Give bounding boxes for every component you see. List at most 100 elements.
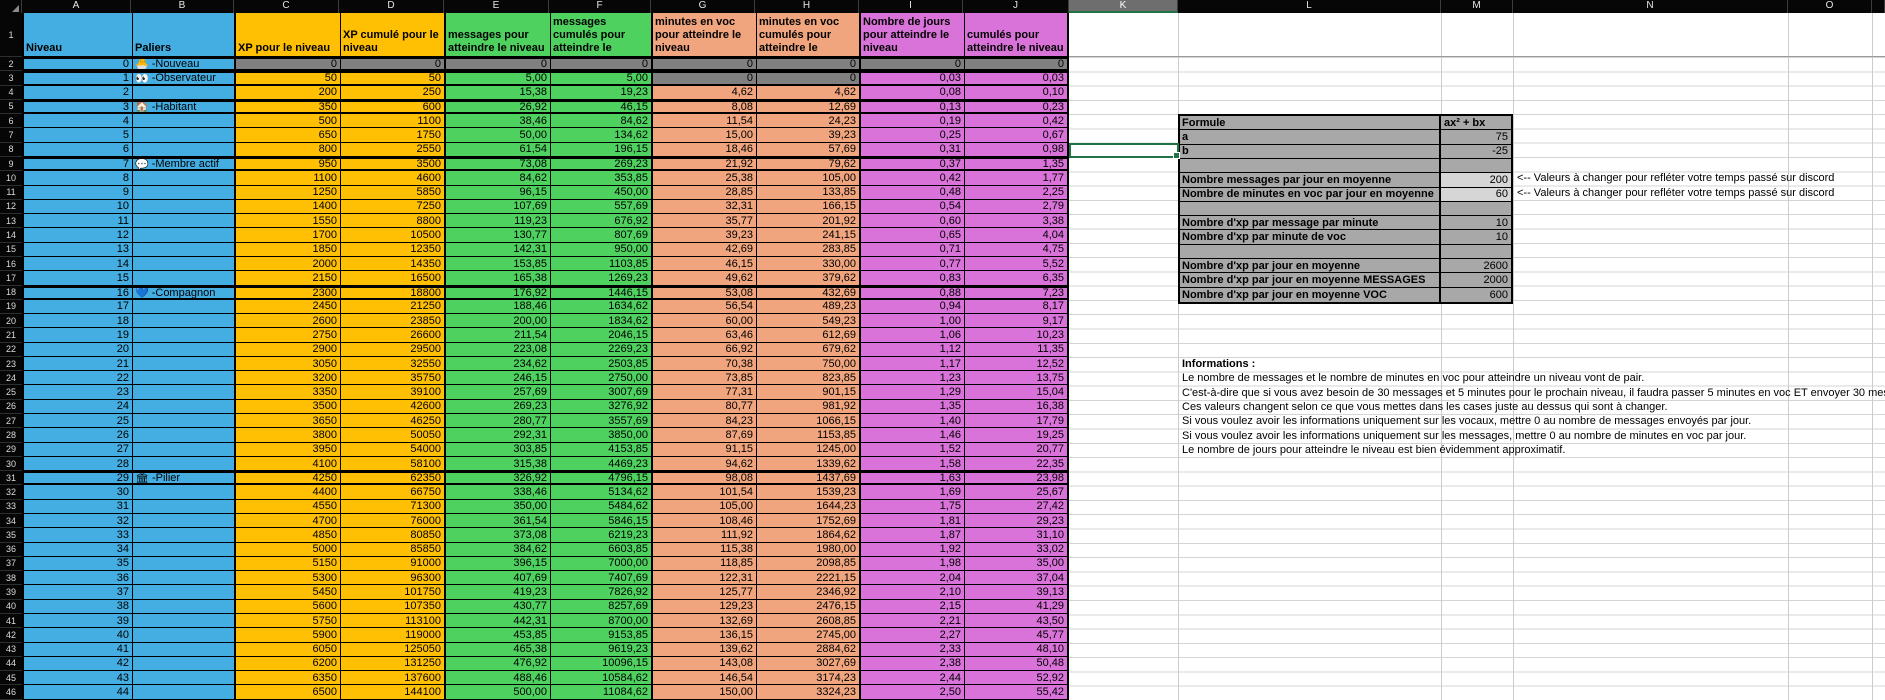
- formula-label-11[interactable]: Nombre d'xp par jour en moyenne MESSAGES: [1180, 273, 1441, 287]
- cell-J36[interactable]: 33,02: [965, 542, 1069, 556]
- cell-J17[interactable]: 6,35: [965, 271, 1069, 285]
- cell-G35[interactable]: 111,92: [653, 528, 757, 542]
- cell-F32[interactable]: 5134,62: [551, 485, 653, 499]
- row-header-34[interactable]: 34: [0, 514, 22, 529]
- cell-A22[interactable]: 20: [24, 342, 133, 356]
- row-header-6[interactable]: 6: [0, 114, 22, 129]
- cell-C8[interactable]: 800: [236, 142, 341, 156]
- cell-G14[interactable]: 39,23: [653, 228, 757, 242]
- cell-E13[interactable]: 119,23: [446, 214, 551, 228]
- row-header-26[interactable]: 26: [0, 400, 22, 415]
- cell-B9[interactable]: 💬 - Membre actif: [133, 158, 236, 170]
- cell-I30[interactable]: 1,58: [861, 456, 965, 471]
- cell-A16[interactable]: 14: [24, 256, 133, 271]
- cell-J19[interactable]: 8,17: [965, 299, 1069, 314]
- cell-C17[interactable]: 2150: [236, 271, 341, 285]
- row-header-12[interactable]: 12: [0, 200, 22, 215]
- cell-B25[interactable]: [133, 385, 236, 399]
- cell-I33[interactable]: 1,75: [861, 499, 965, 513]
- cell-H14[interactable]: 241,15: [757, 228, 861, 242]
- cell-C45[interactable]: 6350: [236, 671, 341, 685]
- cell-G31[interactable]: 98,08: [653, 473, 757, 484]
- row-header-27[interactable]: 27: [0, 414, 22, 429]
- row-header-9[interactable]: 9: [0, 157, 22, 172]
- cell-F18[interactable]: 1446,15: [551, 287, 653, 298]
- cell-J38[interactable]: 37,04: [965, 571, 1069, 585]
- cell-C13[interactable]: 1550: [236, 214, 341, 228]
- cell-E17[interactable]: 165,38: [446, 271, 551, 285]
- cell-F28[interactable]: 3850,00: [551, 428, 653, 442]
- formula-value-10[interactable]: 2600: [1441, 258, 1511, 273]
- row-header-23[interactable]: 23: [0, 357, 22, 372]
- cell-I6[interactable]: 0,19: [861, 114, 965, 128]
- cell-H27[interactable]: 1066,15: [757, 414, 861, 428]
- cell-A37[interactable]: 35: [24, 556, 133, 571]
- cell-G19[interactable]: 56,54: [653, 299, 757, 314]
- cell-E20[interactable]: 200,00: [446, 314, 551, 328]
- cell-F30[interactable]: 4469,23: [551, 456, 653, 471]
- row-header-32[interactable]: 32: [0, 485, 22, 500]
- formula-value-6[interactable]: [1441, 201, 1511, 216]
- cell-I3[interactable]: 0,03: [861, 73, 965, 84]
- cell-H8[interactable]: 57,69: [757, 142, 861, 156]
- column-header-L[interactable]: L: [1178, 0, 1441, 13]
- cell-B27[interactable]: [133, 414, 236, 428]
- cell-E34[interactable]: 361,54: [446, 514, 551, 528]
- cell-J5[interactable]: 0,23: [965, 101, 1069, 113]
- row-header-30[interactable]: 30: [0, 457, 22, 472]
- column-header-O[interactable]: O: [1788, 0, 1872, 13]
- cell-A3[interactable]: 1: [24, 73, 133, 84]
- cell-G17[interactable]: 49,62: [653, 271, 757, 285]
- row-header-33[interactable]: 33: [0, 500, 22, 514]
- cell-C4[interactable]: 200: [236, 85, 341, 99]
- cell-A38[interactable]: 36: [24, 571, 133, 585]
- cell-I45[interactable]: 2,44: [861, 671, 965, 685]
- cell-I40[interactable]: 2,15: [861, 599, 965, 613]
- cell-D18[interactable]: 18800: [341, 287, 446, 298]
- cell-I17[interactable]: 0,83: [861, 271, 965, 285]
- cell-E25[interactable]: 257,69: [446, 385, 551, 399]
- formula-label-2[interactable]: b: [1180, 144, 1441, 158]
- row-header-13[interactable]: 13: [0, 214, 22, 229]
- row-header-8[interactable]: 8: [0, 143, 22, 157]
- formula-label-8[interactable]: Nombre d'xp par minute de voc: [1180, 230, 1441, 244]
- cell-I29[interactable]: 1,52: [861, 442, 965, 456]
- cell-J41[interactable]: 43,50: [965, 613, 1069, 628]
- cell-D24[interactable]: 35750: [341, 371, 446, 385]
- cell-J26[interactable]: 16,38: [965, 399, 1069, 414]
- cell-F21[interactable]: 2046,15: [551, 328, 653, 342]
- cell-F20[interactable]: 1834,62: [551, 314, 653, 328]
- cell-G37[interactable]: 118,85: [653, 556, 757, 571]
- cell-F39[interactable]: 7826,92: [551, 585, 653, 599]
- cell-D12[interactable]: 7250: [341, 199, 446, 214]
- cell-I25[interactable]: 1,29: [861, 385, 965, 399]
- cell-G5[interactable]: 8,08: [653, 101, 757, 113]
- cell-G34[interactable]: 108,46: [653, 514, 757, 528]
- cell-F26[interactable]: 3276,92: [551, 399, 653, 414]
- cell-E11[interactable]: 96,15: [446, 185, 551, 199]
- cell-C36[interactable]: 5000: [236, 542, 341, 556]
- cell-F14[interactable]: 807,69: [551, 228, 653, 242]
- row-header-5[interactable]: 5: [0, 100, 22, 115]
- cell-I19[interactable]: 0,94: [861, 299, 965, 314]
- cell-J8[interactable]: 0,98: [965, 142, 1069, 156]
- cell-B21[interactable]: [133, 328, 236, 342]
- cell-H3[interactable]: 0: [757, 73, 861, 84]
- cell-G11[interactable]: 28,85: [653, 185, 757, 199]
- cell-J24[interactable]: 13,75: [965, 371, 1069, 385]
- header-cell-J1[interactable]: cumulés pour atteindre le niveau: [965, 13, 1069, 56]
- cell-C6[interactable]: 500: [236, 114, 341, 128]
- cell-G23[interactable]: 70,38: [653, 356, 757, 371]
- cell-G40[interactable]: 129,23: [653, 599, 757, 613]
- cell-C20[interactable]: 2600: [236, 314, 341, 328]
- cell-C32[interactable]: 4400: [236, 485, 341, 499]
- cell-D31[interactable]: 62350: [341, 473, 446, 484]
- cell-A8[interactable]: 6: [24, 142, 133, 156]
- cell-H17[interactable]: 379,62: [757, 271, 861, 285]
- cell-H42[interactable]: 2745,00: [757, 628, 861, 642]
- row-header-18[interactable]: 18: [0, 286, 22, 300]
- cell-A27[interactable]: 25: [24, 414, 133, 428]
- row-header-38[interactable]: 38: [0, 571, 22, 586]
- cell-I44[interactable]: 2,38: [861, 656, 965, 671]
- cell-C46[interactable]: 6500: [236, 685, 341, 699]
